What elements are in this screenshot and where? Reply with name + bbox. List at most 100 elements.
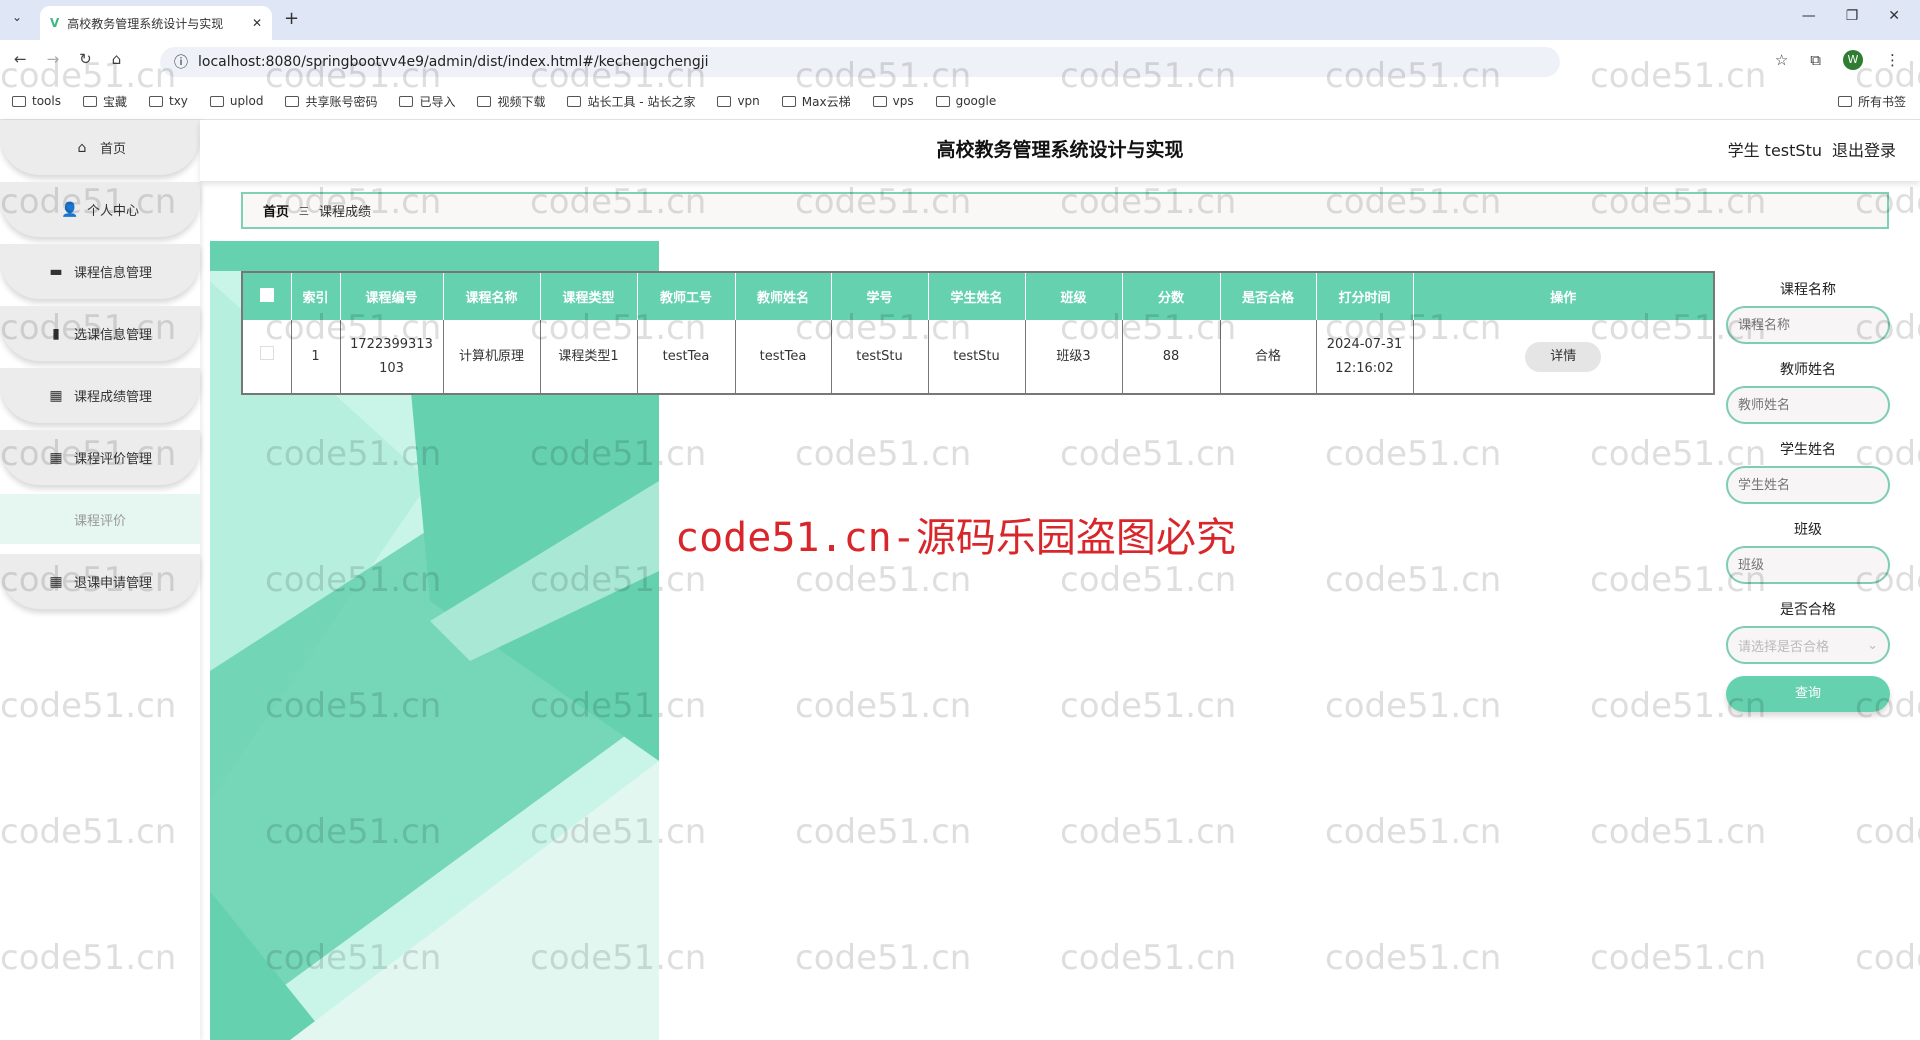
search-input[interactable] <box>1726 466 1890 504</box>
back-icon[interactable]: ← <box>14 50 27 68</box>
action-cell: 详情 <box>1413 320 1714 394</box>
folder-icon <box>567 95 582 107</box>
row-checkbox[interactable] <box>259 345 274 360</box>
sidebar-item[interactable]: ⌂ 首页 <box>0 120 200 175</box>
star-icon[interactable]: ☆ <box>1775 51 1788 69</box>
sidebar-item[interactable]: 👤 个人中心 <box>0 182 200 237</box>
profile-avatar[interactable]: W <box>1843 50 1863 70</box>
info-icon: ⓘ <box>174 55 188 71</box>
watermark-text: code51.cn <box>795 812 972 852</box>
watermark-text: code51.cn <box>1855 938 1920 978</box>
search-label: 课程名称 <box>1780 282 1836 298</box>
sidebar-item[interactable]: ▮ 选课信息管理 <box>0 306 200 361</box>
tab-title: 高校教务管理系统设计与实现 <box>67 16 224 31</box>
folder-icon <box>477 95 492 107</box>
column-header: 课程编号 <box>340 272 444 320</box>
sidebar-item-label: 课程成绩管理 <box>73 390 152 405</box>
course-no-line2: 103 <box>379 360 404 376</box>
user-icon: 👤 <box>60 201 79 218</box>
column-header: 班级 <box>1025 272 1123 320</box>
search-label: 教师姓名 <box>1780 362 1836 378</box>
close-tab-icon[interactable]: ✕ <box>252 16 262 30</box>
bookmark-item[interactable]: 站长工具 - 站长之家 <box>567 93 695 110</box>
bookmark-item[interactable]: 宝藏 <box>82 93 127 110</box>
bookmark-label: tools <box>32 94 61 108</box>
browser-tab-bar: ⌄ V 高校教务管理系统设计与实现 ✕ + — ❐ ✕ <box>0 0 1920 40</box>
column-header: 课程名称 <box>443 272 541 320</box>
bookmark-item[interactable]: uplod <box>209 94 263 108</box>
chart-icon: ▮ <box>52 325 60 342</box>
watermark-text: code51.cn <box>1060 560 1237 600</box>
folder-icon <box>82 95 97 107</box>
search-input[interactable] <box>1726 386 1890 424</box>
sidebar-item[interactable]: ▬ 课程信息管理 <box>0 244 200 299</box>
time-text: 12:16:02 <box>1335 360 1394 376</box>
sidebar-item[interactable]: 课程评价 <box>0 494 200 544</box>
watermark-text: code51.cn <box>1325 938 1502 978</box>
sidebar-item-label: 选课信息管理 <box>73 328 152 343</box>
watermark-text: code51.cn <box>1060 938 1237 978</box>
watermark-text: code51.cn <box>1590 938 1767 978</box>
select-all-checkbox[interactable] <box>259 287 274 302</box>
bookmark-item[interactable]: txy <box>149 94 188 108</box>
detail-button[interactable]: 详情 <box>1525 341 1602 372</box>
folder-icon <box>399 95 414 107</box>
bookmark-label: 宝藏 <box>102 94 127 109</box>
folder-icon <box>717 95 732 107</box>
bookmark-label: txy <box>169 94 188 108</box>
breadcrumb: 首页 三 课程成绩 <box>241 192 1889 229</box>
student-no-cell: testStu <box>831 320 929 394</box>
briefcase-icon: ▬ <box>49 263 63 280</box>
forward-icon[interactable]: → <box>47 50 60 68</box>
close-window-icon[interactable]: ✕ <box>1888 8 1900 24</box>
extensions-icon[interactable]: ⧉ <box>1810 51 1821 69</box>
search-input[interactable] <box>1726 546 1890 584</box>
watermark-text: code51.cn <box>1325 560 1502 600</box>
bookmark-item[interactable]: tools <box>12 94 61 108</box>
pass-select[interactable]: 请选择是否合格 ⌄ <box>1726 626 1890 664</box>
breadcrumb-current: 课程成绩 <box>319 205 372 220</box>
bookmark-item[interactable]: 已导入 <box>399 93 455 110</box>
new-tab-icon[interactable]: + <box>284 8 299 29</box>
sidebar-item[interactable]: ▦ 课程评价管理 <box>0 430 200 485</box>
watermark-text: code51.cn <box>1325 686 1502 726</box>
folder-icon <box>209 95 224 107</box>
watermark-text: code51.cn <box>1060 686 1237 726</box>
watermark-text: code51.cn <box>1325 434 1502 474</box>
watermark-text: code51.cn <box>1590 812 1767 852</box>
sidebar: ⌂ 首页 👤 个人中心 ▬ 课程信息管理 ▮ 选课信息管理 ▦ 课程成绩管理 ▦ 课程评价管理课程评价… <box>0 120 200 1040</box>
sidebar-item[interactable]: ▦ 退课申请管理 <box>0 554 200 609</box>
query-button[interactable]: 查询 <box>1726 676 1890 712</box>
index-cell: 1 <box>291 320 341 394</box>
bookmark-item[interactable]: 视频下载 <box>477 93 545 110</box>
restore-icon[interactable]: ❐ <box>1846 8 1859 24</box>
bookmark-item[interactable]: Max云梯 <box>781 93 851 110</box>
all-bookmarks[interactable]: 所有书签 <box>1837 93 1906 110</box>
breadcrumb-home[interactable]: 首页 <box>263 201 289 220</box>
minimize-icon[interactable]: — <box>1802 8 1816 24</box>
folder-icon <box>935 95 950 107</box>
sidebar-item[interactable]: ▦ 课程成绩管理 <box>0 368 200 423</box>
bookmark-label: 共享账号密码 <box>305 94 378 109</box>
bookmark-item[interactable]: vpn <box>717 94 760 108</box>
home-icon: ⌂ <box>77 139 87 156</box>
bookmark-item[interactable]: google <box>935 94 996 108</box>
url-field[interactable]: ⓘ localhost:8080/springbootvv4e9/admin/di… <box>160 47 1560 77</box>
bookmark-item[interactable]: 共享账号密码 <box>285 93 377 110</box>
logout-link[interactable]: 退出登录 <box>1832 120 1896 181</box>
search-input[interactable] <box>1726 306 1890 344</box>
menu-icon[interactable]: ⋮ <box>1885 51 1900 69</box>
browser-tab[interactable]: V 高校教务管理系统设计与实现 ✕ <box>40 6 272 40</box>
reload-icon[interactable]: ↻ <box>79 50 92 68</box>
bookmark-item[interactable]: vps <box>872 94 914 108</box>
passed-cell: 合格 <box>1220 320 1317 394</box>
app-title: 高校教务管理系统设计与实现 <box>936 139 1184 161</box>
column-header: 学号 <box>831 272 929 320</box>
watermark-text: code51.cn <box>1855 812 1920 852</box>
bookmarks-bar: tools 宝藏 txy uplod 共享账号密码 已导入 视频下载 站长工具 - 站长之家 v… <box>0 83 1920 120</box>
home-icon[interactable]: ⌂ <box>112 50 122 68</box>
sidebar-item-label: 退课申请管理 <box>73 576 152 591</box>
score-cell: 88 <box>1122 320 1221 394</box>
table-header-row: 索引 课程编号 课程名称 课程类型 教师工号 教师姓名 学号 学生姓名 班级 分数 是否合格 打分时间… <box>242 272 1715 320</box>
tab-list-chevron-icon[interactable]: ⌄ <box>12 10 22 24</box>
